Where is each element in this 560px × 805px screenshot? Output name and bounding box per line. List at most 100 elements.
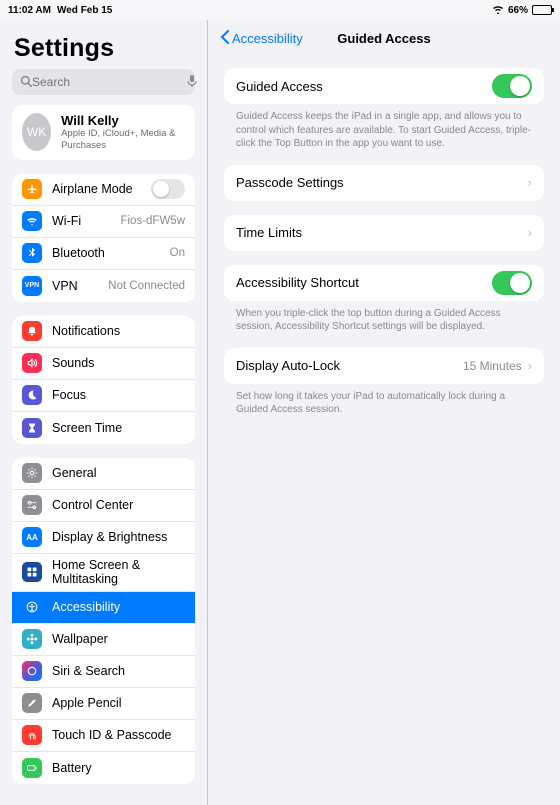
- autolock-value: 15 Minutes: [463, 359, 522, 373]
- sidebar-item-pencil[interactable]: Apple Pencil: [12, 688, 195, 720]
- sidebar-item-label: Wi-Fi: [52, 214, 120, 228]
- group-alerts: Notifications Sounds Focus Screen Time: [12, 316, 195, 444]
- detail-pane: Accessibility Guided Access Guided Acces…: [208, 20, 560, 805]
- sidebar-item-sounds[interactable]: Sounds: [12, 348, 195, 380]
- search-field[interactable]: [12, 69, 195, 95]
- search-icon: [20, 75, 32, 90]
- airplane-icon: [22, 179, 42, 199]
- sidebar-item-screentime[interactable]: Screen Time: [12, 412, 195, 444]
- sidebar-item-label: VPN: [52, 279, 108, 293]
- mic-icon[interactable]: [187, 74, 197, 91]
- accessibility-icon: [22, 597, 42, 617]
- status-bar: 11:02 AM Wed Feb 15 66%: [0, 0, 560, 20]
- battery-icon: [22, 758, 42, 778]
- chevron-right-icon: ›: [528, 225, 532, 240]
- profile-name: Will Kelly: [61, 113, 185, 128]
- shortcut-toggle[interactable]: [492, 271, 532, 295]
- status-date: Wed Feb 15: [57, 5, 112, 16]
- row-label: Display Auto-Lock: [236, 358, 463, 373]
- sidebar-item-label: Focus: [52, 388, 185, 402]
- sidebar-item-touchid[interactable]: Touch ID & Passcode: [12, 720, 195, 752]
- chevron-left-icon: [220, 30, 230, 47]
- group-connectivity: Airplane Mode Wi-Fi Fios-dFW5w Bluetooth…: [12, 174, 195, 302]
- footer-guided-access: Guided Access keeps the iPad in a single…: [224, 104, 544, 151]
- sidebar-item-label: General: [52, 466, 185, 480]
- chevron-right-icon: ›: [528, 358, 532, 373]
- sidebar-item-wifi[interactable]: Wi-Fi Fios-dFW5w: [12, 206, 195, 238]
- sidebar-item-label: Siri & Search: [52, 664, 185, 678]
- sidebar-item-notifications[interactable]: Notifications: [12, 316, 195, 348]
- profile-card[interactable]: WK Will Kelly Apple ID, iCloud+, Media &…: [12, 105, 195, 160]
- sidebar-item-general[interactable]: General: [12, 458, 195, 490]
- wifi-icon: [492, 4, 504, 17]
- row-accessibility-shortcut[interactable]: Accessibility Shortcut: [224, 265, 544, 301]
- flower-icon: [22, 629, 42, 649]
- sidebar-item-focus[interactable]: Focus: [12, 380, 195, 412]
- speaker-icon: [22, 353, 42, 373]
- sidebar-item-label: Control Center: [52, 498, 185, 512]
- battery-icon: [532, 5, 552, 15]
- moon-icon: [22, 385, 42, 405]
- battery-label: 66%: [508, 5, 528, 16]
- sidebar-item-label: Display & Brightness: [52, 530, 185, 544]
- row-label: Time Limits: [236, 225, 528, 240]
- sidebar-item-vpn[interactable]: VPN VPN Not Connected: [12, 270, 195, 302]
- vpn-value: Not Connected: [108, 280, 185, 292]
- airplane-toggle[interactable]: [151, 179, 185, 199]
- sidebar-item-label: Bluetooth: [52, 246, 170, 260]
- row-label: Accessibility Shortcut: [236, 275, 492, 290]
- detail-header: Accessibility Guided Access: [208, 20, 560, 56]
- sidebar-item-label: Notifications: [52, 324, 185, 338]
- footer-autolock: Set how long it takes your iPad to autom…: [224, 384, 544, 417]
- sidebar-item-label: Screen Time: [52, 421, 185, 435]
- group-general: General Control Center AA Display & Brig…: [12, 458, 195, 784]
- chevron-right-icon: ›: [528, 175, 532, 190]
- text-size-icon: AA: [22, 527, 42, 547]
- settings-title: Settings: [0, 20, 207, 69]
- gear-icon: [22, 463, 42, 483]
- sidebar-item-wallpaper[interactable]: Wallpaper: [12, 624, 195, 656]
- row-label: Passcode Settings: [236, 175, 528, 190]
- wifi-value: Fios-dFW5w: [120, 215, 185, 227]
- sliders-icon: [22, 495, 42, 515]
- back-button[interactable]: Accessibility: [220, 30, 303, 47]
- bell-icon: [22, 321, 42, 341]
- sidebar-item-label: Touch ID & Passcode: [52, 728, 185, 742]
- pencil-icon: [22, 693, 42, 713]
- guided-access-toggle[interactable]: [492, 74, 532, 98]
- row-display-autolock[interactable]: Display Auto-Lock 15 Minutes ›: [224, 348, 544, 384]
- sidebar-item-label: Apple Pencil: [52, 696, 185, 710]
- sidebar-item-battery[interactable]: Battery: [12, 752, 195, 784]
- profile-sub: Apple ID, iCloud+, Media & Purchases: [61, 128, 185, 152]
- wifi-icon: [22, 211, 42, 231]
- settings-sidebar: Settings WK Will Kelly Apple ID, iCloud+…: [0, 20, 208, 805]
- row-passcode-settings[interactable]: Passcode Settings ›: [224, 165, 544, 201]
- sidebar-item-label: Sounds: [52, 356, 185, 370]
- back-label: Accessibility: [232, 31, 303, 46]
- avatar: WK: [22, 113, 51, 151]
- status-time: 11:02 AM: [8, 5, 51, 16]
- sidebar-item-label: Accessibility: [52, 600, 185, 614]
- grid-icon: [22, 562, 42, 582]
- bluetooth-icon: [22, 243, 42, 263]
- row-guided-access[interactable]: Guided Access: [224, 68, 544, 104]
- hourglass-icon: [22, 418, 42, 438]
- vpn-icon: VPN: [22, 276, 42, 296]
- sidebar-item-siri[interactable]: Siri & Search: [12, 656, 195, 688]
- row-time-limits[interactable]: Time Limits ›: [224, 215, 544, 251]
- footer-shortcut: When you triple-click the top button dur…: [224, 301, 544, 334]
- sidebar-item-label: Airplane Mode: [52, 182, 151, 196]
- bluetooth-value: On: [170, 247, 185, 259]
- fingerprint-icon: [22, 725, 42, 745]
- sidebar-item-control-center[interactable]: Control Center: [12, 490, 195, 522]
- siri-icon: [22, 661, 42, 681]
- sidebar-item-bluetooth[interactable]: Bluetooth On: [12, 238, 195, 270]
- row-label: Guided Access: [236, 79, 492, 94]
- sidebar-item-accessibility[interactable]: Accessibility: [12, 592, 195, 624]
- sidebar-item-home-screen[interactable]: Home Screen & Multitasking: [12, 554, 195, 592]
- sidebar-item-airplane[interactable]: Airplane Mode: [12, 174, 195, 206]
- search-input[interactable]: [32, 75, 187, 89]
- sidebar-item-display[interactable]: AA Display & Brightness: [12, 522, 195, 554]
- sidebar-item-label: Wallpaper: [52, 632, 185, 646]
- sidebar-item-label: Home Screen & Multitasking: [52, 558, 185, 586]
